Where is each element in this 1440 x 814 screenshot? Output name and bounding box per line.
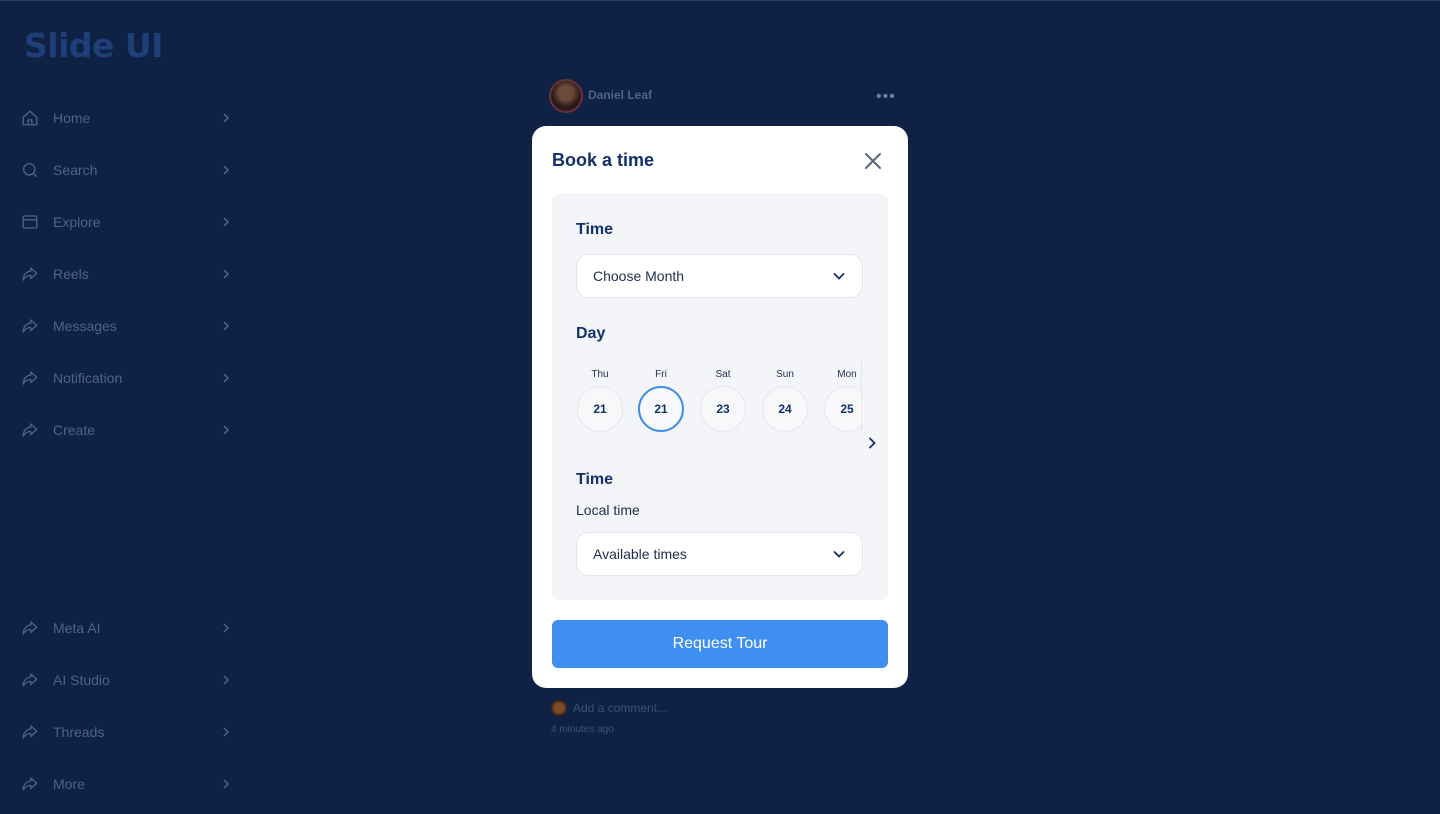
top-border <box>0 0 1440 1</box>
chevron-down-icon <box>833 273 845 280</box>
chevron-right-icon <box>223 623 230 633</box>
sidebar-item-label: Create <box>53 422 96 438</box>
day-option[interactable]: Sun 24 <box>761 368 809 432</box>
sidebar-item-label: Home <box>53 110 91 126</box>
book-time-modal: Book a time Time Choose Month Day Thu 21… <box>532 126 908 688</box>
time-heading-2: Time <box>576 471 614 488</box>
chevron-right-icon <box>223 727 230 737</box>
chevron-right-icon <box>223 675 230 685</box>
more-options-icon[interactable]: ••• <box>876 88 896 106</box>
sidebar-item-more[interactable]: More <box>20 768 232 800</box>
chevron-right-icon <box>223 321 230 331</box>
sidebar-item-explore[interactable]: Explore <box>20 206 232 238</box>
day-number[interactable]: 21 <box>638 386 684 432</box>
day-option[interactable]: Sat 23 <box>699 368 747 432</box>
chevron-right-icon <box>223 425 230 435</box>
time-heading: Time <box>576 221 614 238</box>
sidebar-item-search[interactable]: Search <box>20 154 232 186</box>
times-select-value: Available times <box>593 546 687 562</box>
day-number[interactable]: 23 <box>700 386 746 432</box>
comment-input[interactable]: Add a comment... <box>573 701 667 715</box>
share-arrow-icon <box>20 618 40 638</box>
modal-title: Book a time <box>552 150 655 170</box>
search-icon <box>20 160 40 180</box>
sidebar-item-label: Meta AI <box>53 620 101 636</box>
sidebar-item-notification[interactable]: Notification <box>20 362 232 394</box>
sidebar-item-label: Search <box>53 162 98 178</box>
request-tour-button[interactable]: Request Tour <box>552 620 888 668</box>
sidebar-item-create[interactable]: Create <box>20 414 232 446</box>
brand-logo[interactable]: Slide UI <box>24 26 163 65</box>
share-arrow-icon <box>20 368 40 388</box>
commenter-avatar <box>551 700 567 716</box>
share-arrow-icon <box>20 264 40 284</box>
day-picker: Thu 21 Fri 21 Sat 23 Sun 24 Mon 25 <box>576 368 863 438</box>
day-option[interactable]: Mon 25 <box>823 368 863 432</box>
sidebar-item-label: Threads <box>53 724 105 740</box>
chevron-right-icon[interactable] <box>865 436 879 450</box>
chevron-right-icon <box>223 779 230 789</box>
sidebar-item-label: Notification <box>53 370 123 386</box>
post-author[interactable]: Daniel Leaf <box>588 88 652 102</box>
chevron-right-icon <box>223 165 230 175</box>
chevron-down-icon <box>833 551 845 558</box>
day-heading: Day <box>576 325 606 342</box>
sidebar-item-label: Reels <box>53 266 89 282</box>
day-picker-edge <box>861 360 862 434</box>
sidebar-item-label: More <box>53 776 85 792</box>
sidebar-item-label: Explore <box>53 214 101 230</box>
sidebar-item-ai-studio[interactable]: AI Studio <box>20 664 232 696</box>
day-name: Sat <box>715 369 731 380</box>
share-arrow-icon <box>20 316 40 336</box>
close-icon[interactable] <box>862 150 884 172</box>
times-select[interactable]: Available times <box>576 532 863 576</box>
day-number[interactable]: 24 <box>762 386 808 432</box>
month-select-value: Choose Month <box>593 268 685 284</box>
share-arrow-icon <box>20 670 40 690</box>
chevron-right-icon <box>223 113 230 123</box>
sidebar-item-label: Messages <box>53 318 117 334</box>
author-avatar[interactable] <box>549 79 583 113</box>
explore-icon <box>20 212 40 232</box>
day-name: Fri <box>655 369 667 380</box>
booking-panel: Time Choose Month Day Thu 21 Fri 21 Sat … <box>552 193 888 600</box>
chevron-right-icon <box>223 217 230 227</box>
chevron-right-icon <box>223 269 230 279</box>
day-name: Thu <box>591 369 609 380</box>
day-number[interactable]: 25 <box>824 386 863 432</box>
day-name: Sun <box>776 369 794 380</box>
chevron-right-icon <box>223 373 230 383</box>
share-arrow-icon <box>20 774 40 794</box>
local-time-label: Local time <box>576 502 640 518</box>
month-select[interactable]: Choose Month <box>576 254 863 298</box>
day-name: Mon <box>837 369 857 380</box>
sidebar-item-threads[interactable]: Threads <box>20 716 232 748</box>
sidebar-item-messages[interactable]: Messages <box>20 310 232 342</box>
sidebar-item-label: AI Studio <box>53 672 110 688</box>
home-icon <box>20 108 40 128</box>
sidebar-item-home[interactable]: Home <box>20 102 232 134</box>
share-arrow-icon <box>20 722 40 742</box>
day-option-selected[interactable]: Fri 21 <box>637 368 685 432</box>
sidebar-item-reels[interactable]: Reels <box>20 258 232 290</box>
day-number[interactable]: 21 <box>577 386 623 432</box>
sidebar-item-meta-ai[interactable]: Meta AI <box>20 612 232 644</box>
share-arrow-icon <box>20 420 40 440</box>
post-timestamp: 4 minutes ago <box>551 724 614 735</box>
day-option[interactable]: Thu 21 <box>576 368 624 432</box>
